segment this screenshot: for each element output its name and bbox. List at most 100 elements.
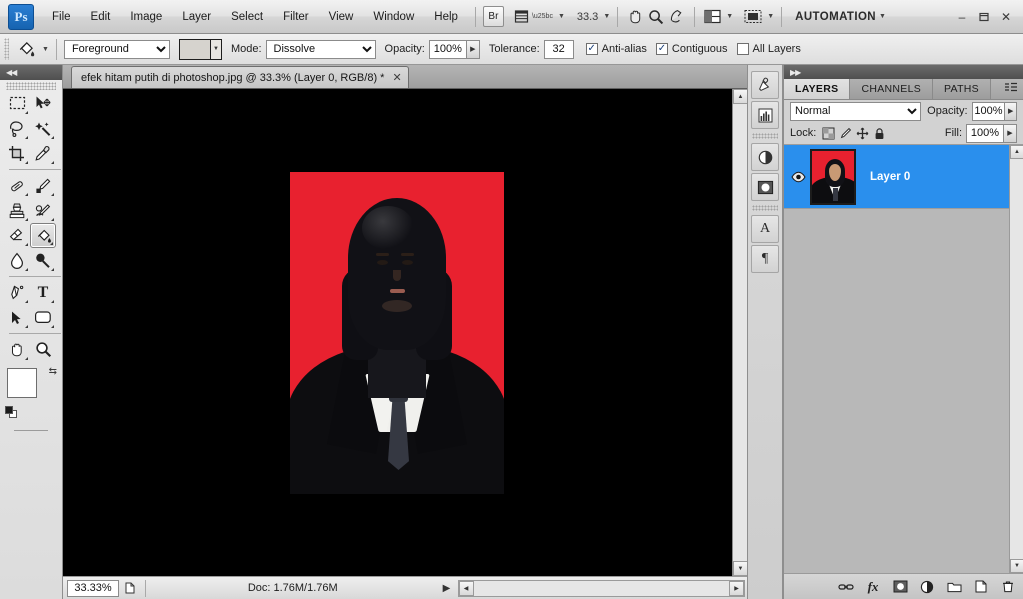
lock-all-icon[interactable] [871, 125, 888, 142]
pattern-swatch[interactable] [179, 39, 210, 59]
layer-name[interactable]: Layer 0 [870, 171, 910, 183]
fill-source-select[interactable]: Foreground [63, 39, 170, 59]
all-layers-checkbox[interactable]: All Layers [736, 43, 801, 55]
layer-fill-input[interactable]: 100% [966, 123, 1004, 143]
layers-scroll-up-icon[interactable]: ▲ [1010, 145, 1023, 159]
scroll-right-icon[interactable]: ▶ [729, 580, 744, 596]
rectangular-marquee-tool[interactable] [4, 91, 30, 116]
menu-edit[interactable]: Edit [81, 6, 121, 28]
paint-bucket-icon[interactable] [13, 37, 39, 61]
screen-mode-chevron-down-icon[interactable]: ▼ [767, 13, 774, 20]
foreground-color-swatch[interactable] [7, 368, 37, 398]
healing-brush-tool[interactable] [4, 173, 30, 198]
tools-grip[interactable] [6, 82, 56, 90]
type-tool[interactable]: T [30, 280, 56, 305]
layer-thumbnail[interactable] [810, 148, 856, 205]
default-colors-icon[interactable] [5, 406, 17, 418]
tool-preset-chevron-down-icon[interactable]: ▼ [42, 46, 49, 53]
adjustments-panel-icon[interactable] [751, 143, 779, 171]
layer-opacity-stepper[interactable]: ▶ [1005, 101, 1017, 121]
minimize-button[interactable]: – [951, 7, 973, 27]
close-icon[interactable]: ✕ [392, 71, 401, 84]
eyedropper-tool[interactable] [30, 141, 56, 166]
close-button[interactable]: ✕ [995, 7, 1017, 27]
lock-image-icon[interactable] [837, 125, 854, 142]
contiguous-checkbox[interactable]: ✓ Contiguous [655, 43, 728, 55]
screen-mode-icon[interactable] [742, 6, 764, 28]
swap-colors-icon[interactable]: ⇆ [49, 366, 57, 377]
lock-position-icon[interactable] [854, 125, 871, 142]
masks-panel-icon[interactable] [751, 173, 779, 201]
workspace-label[interactable]: AUTOMATION [789, 11, 876, 23]
histogram-panel-icon[interactable] [751, 101, 779, 129]
path-selection-tool[interactable] [4, 305, 30, 330]
options-bar-grip[interactable] [4, 38, 9, 60]
menu-image[interactable]: Image [120, 6, 172, 28]
status-menu-icon[interactable]: ▶ [436, 580, 458, 597]
rotate-view-icon[interactable] [666, 6, 687, 28]
menu-filter[interactable]: Filter [273, 6, 319, 28]
paragraph-panel-icon[interactable]: ¶ [751, 245, 779, 273]
scroll-down-icon[interactable]: ▼ [733, 561, 748, 576]
magic-wand-tool[interactable] [30, 116, 56, 141]
view-extras-chevron-down-icon[interactable]: ▼ [558, 13, 565, 20]
document-tab[interactable]: efek hitam putih di photoshop.jpg @ 33.3… [71, 66, 409, 88]
tab-channels[interactable]: CHANNELS [850, 79, 934, 99]
tolerance-input[interactable]: 32 [543, 39, 574, 59]
character-panel-icon[interactable]: A [751, 215, 779, 243]
all-layers-checkbox-box[interactable] [736, 43, 749, 55]
adjustment-layer-button[interactable] [918, 578, 936, 596]
anti-alias-checkbox-box[interactable]: ✓ [585, 43, 598, 55]
lasso-tool[interactable] [4, 116, 30, 141]
menu-view[interactable]: View [319, 6, 364, 28]
color-panel-icon[interactable] [751, 71, 779, 99]
contiguous-checkbox-box[interactable]: ✓ [655, 43, 668, 55]
canvas[interactable] [63, 89, 747, 576]
layers-scroll-down-icon[interactable]: ▼ [1010, 559, 1023, 573]
hand-icon[interactable] [625, 6, 646, 28]
opacity-input[interactable]: 100% [428, 39, 467, 59]
panel-menu-icon[interactable] [1004, 82, 1018, 93]
zoom-tool[interactable] [30, 337, 56, 362]
restore-button[interactable] [973, 7, 995, 27]
layer-list[interactable]: Layer 0 ▲ ▼ [784, 144, 1023, 573]
layer-blend-mode-select[interactable]: Normal [790, 101, 922, 121]
pen-tool[interactable] [4, 280, 30, 305]
link-layers-button[interactable] [837, 578, 855, 596]
zoom-icon[interactable] [646, 6, 666, 28]
new-group-button[interactable] [945, 578, 963, 596]
menu-help[interactable]: Help [424, 6, 468, 28]
arrange-documents-icon[interactable] [702, 6, 723, 28]
workspace-chevron-down-icon[interactable]: ▼ [879, 13, 886, 20]
clone-stamp-tool[interactable] [4, 198, 30, 223]
layer-opacity-input[interactable]: 100% [971, 101, 1006, 121]
layer-list-scrollbar[interactable]: ▲ ▼ [1009, 145, 1023, 573]
view-extras-icon[interactable]: \u25bc [512, 6, 555, 28]
brush-tool[interactable] [30, 173, 56, 198]
new-layer-button[interactable] [972, 578, 990, 596]
pattern-chevron-down-icon[interactable]: ▼ [209, 39, 221, 59]
zoom-chevron-down-icon[interactable]: ▼ [603, 13, 610, 20]
layers-collapse-button[interactable]: ▶▶ [784, 65, 1023, 79]
layer-mask-button[interactable] [891, 578, 909, 596]
tab-layers[interactable]: LAYERS [784, 79, 851, 99]
menu-layer[interactable]: Layer [172, 6, 221, 28]
arrange-chevron-down-icon[interactable]: ▼ [726, 13, 733, 20]
menu-window[interactable]: Window [363, 6, 424, 28]
table-row[interactable]: Layer 0 [784, 145, 1023, 209]
scroll-up-icon[interactable]: ▲ [733, 89, 748, 104]
opacity-stepper[interactable]: ▶ [466, 39, 480, 59]
zoom-input[interactable]: 33.33% [67, 579, 119, 597]
lock-transparency-icon[interactable] [820, 125, 837, 142]
blur-tool[interactable] [4, 248, 30, 273]
tools-collapse-button[interactable]: ◀◀ [0, 65, 62, 80]
pattern-swatch-picker[interactable]: ▼ [178, 38, 222, 60]
document-preview-icon[interactable] [119, 580, 141, 597]
canvas-horizontal-scrollbar[interactable]: ◀ ▶ [457, 579, 745, 597]
crop-tool[interactable] [4, 141, 30, 166]
menu-select[interactable]: Select [221, 6, 273, 28]
layer-visibility-icon[interactable] [786, 171, 810, 183]
bridge-icon[interactable]: Br [482, 6, 504, 27]
scroll-left-icon[interactable]: ◀ [458, 580, 474, 596]
delete-layer-button[interactable] [999, 578, 1017, 596]
